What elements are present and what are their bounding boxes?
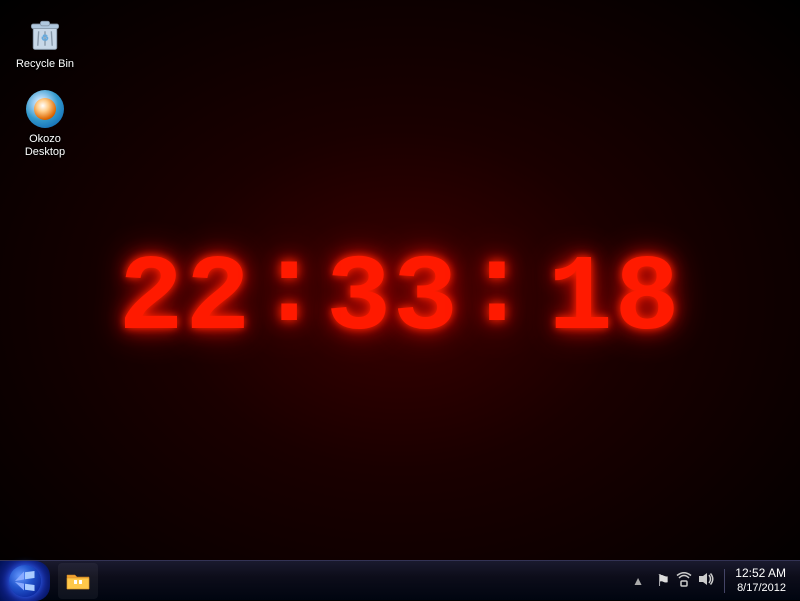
- recycle-bin-image: ♻: [25, 14, 65, 54]
- okozo-desktop-image: [25, 89, 65, 129]
- okozo-desktop-icon[interactable]: Okozo Desktop: [10, 85, 80, 163]
- svg-text:♻: ♻: [41, 33, 49, 43]
- clock-seconds: 18: [548, 246, 682, 354]
- taskbar-pinned-area: [54, 563, 622, 599]
- clock-colon-2: :: [464, 237, 530, 347]
- tray-icons-area: ⚑: [650, 561, 720, 600]
- desktop-icons-area: ♻ Recycle Bin Okozo Desktop: [10, 10, 80, 164]
- clock-minutes: 33: [326, 246, 460, 354]
- tray-expand-button[interactable]: ▲: [630, 574, 646, 588]
- desktop: ♻ Recycle Bin Okozo Desktop 22 : 33 : 18: [0, 0, 800, 600]
- tray-clock[interactable]: 12:52 AM 8/17/2012: [729, 561, 792, 600]
- volume-icon[interactable]: [698, 571, 714, 590]
- recycle-bin-icon[interactable]: ♻ Recycle Bin: [10, 10, 80, 75]
- recycle-bin-label: Recycle Bin: [16, 58, 74, 71]
- taskbar: ▲ ⚑: [0, 560, 800, 600]
- tray-separator: [724, 569, 725, 593]
- network-icon[interactable]: [676, 571, 692, 590]
- system-tray: ▲ ⚑: [622, 561, 800, 600]
- tray-date-display: 8/17/2012: [737, 581, 786, 595]
- start-button[interactable]: [0, 561, 50, 601]
- clock-colon-1: :: [256, 237, 322, 347]
- clock-display: 22 : 33 : 18: [117, 245, 684, 355]
- tray-time-display: 12:52 AM: [735, 566, 786, 582]
- okozo-desktop-label: Okozo Desktop: [25, 133, 65, 159]
- action-center-flag-icon[interactable]: ⚑: [656, 571, 670, 591]
- windows-orb-icon: [9, 565, 41, 597]
- taskbar-explorer-button[interactable]: [58, 563, 98, 599]
- clock-hour-tens: 22: [119, 246, 253, 354]
